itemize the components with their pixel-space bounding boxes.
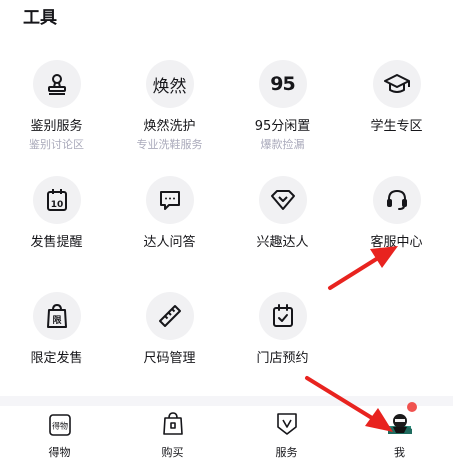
tool-icon-bg: [258, 292, 307, 340]
tool-release-reminder[interactable]: 10 发售提醒: [0, 176, 113, 250]
tool-icon-bg: [372, 176, 421, 224]
tool-identify-service[interactable]: 鉴别服务 鉴别讨论区: [0, 60, 113, 152]
tool-interest-expert[interactable]: 兴趣达人: [226, 176, 339, 250]
huanran-text-icon: 焕然: [152, 76, 187, 97]
shield-v-icon: [276, 413, 297, 435]
tool-label: 客服中心: [370, 235, 423, 250]
tool-student-zone[interactable]: 学生专区: [340, 60, 453, 134]
tab-dewu[interactable]: 得物 得物: [3, 406, 116, 461]
tool-sub-label: 鉴别讨论区: [29, 138, 84, 151]
tool-customer-service[interactable]: 客服中心: [340, 176, 453, 250]
tool-icon-bg: [258, 176, 307, 224]
tool-label: 限定发售: [30, 351, 83, 366]
tool-icon-bg: [372, 60, 421, 108]
95-logo-icon: 95: [270, 73, 295, 95]
limited-bag-icon: 限: [46, 304, 67, 328]
tab-label: 我: [394, 446, 405, 459]
tool-sub-label: 专业洗鞋服务: [136, 138, 203, 151]
tool-sub-label: 爆款捡漏: [260, 138, 305, 151]
notification-dot: [406, 402, 417, 412]
tool-limited-release[interactable]: 限 限定发售: [0, 292, 113, 366]
tool-label: 95分闲置: [254, 119, 311, 134]
tool-icon-bg: [32, 60, 81, 108]
limited-glyph: 限: [52, 315, 62, 326]
tool-label: 门店预约: [256, 351, 309, 366]
graduation-cap-icon: [383, 74, 410, 93]
tool-expert-qa[interactable]: 达人问答: [113, 176, 226, 250]
tool-95-idle[interactable]: 95 95分闲置 爆款捡漏: [226, 60, 339, 152]
avatar: [385, 402, 417, 436]
tool-label: 焕然洗护: [143, 119, 196, 134]
tool-icon-bg: 焕然: [145, 60, 194, 108]
tab-label: 购买: [161, 446, 184, 459]
tool-label: 发售提醒: [30, 235, 83, 250]
calendar-check-icon: [272, 304, 293, 327]
tool-huanran-wash[interactable]: 焕然 焕然洗护 专业洗鞋服务: [113, 60, 226, 152]
tool-icon-bg: 95: [258, 60, 307, 108]
calendar-10-icon: 10: [46, 189, 67, 211]
tab-me[interactable]: 我: [343, 402, 453, 461]
tab-label: 得物: [48, 446, 71, 459]
bottom-tab-bar: 得物 得物 购买 服务 我: [0, 402, 453, 461]
tool-icon-bg: 限: [32, 292, 81, 340]
section-divider: [0, 396, 453, 406]
calendar-day-number: 10: [50, 200, 63, 210]
dewu-logo-text: 得物: [52, 421, 68, 431]
diamond-icon: [270, 190, 295, 210]
tool-label: 尺码管理: [143, 351, 196, 366]
tool-size-management[interactable]: 尺码管理: [113, 292, 226, 366]
tool-label: 鉴别服务: [30, 119, 83, 134]
tab-label: 服务: [275, 446, 298, 459]
tool-icon-bg: [145, 176, 194, 224]
ruler-icon: [158, 305, 181, 327]
tab-service[interactable]: 服务: [230, 406, 343, 461]
tool-label: 学生专区: [370, 119, 423, 134]
tool-icon-bg: [145, 292, 194, 340]
tools-grid: 鉴别服务 鉴别讨论区 焕然 焕然洗护 专业洗鞋服务 95 95分闲置 爆款捡漏: [0, 0, 453, 400]
shopping-bag-icon: [162, 412, 183, 435]
dewu-logo-icon: 得物: [48, 414, 71, 436]
tab-buy[interactable]: 购买: [116, 406, 229, 461]
identify-stamp-icon: [47, 74, 66, 95]
tool-icon-bg: 10: [32, 176, 81, 224]
chat-bubble-icon: [159, 191, 180, 210]
headset-icon: [386, 189, 407, 210]
tool-label: 达人问答: [143, 235, 196, 250]
tool-store-booking[interactable]: 门店预约: [226, 292, 339, 366]
tool-label: 兴趣达人: [256, 235, 309, 250]
